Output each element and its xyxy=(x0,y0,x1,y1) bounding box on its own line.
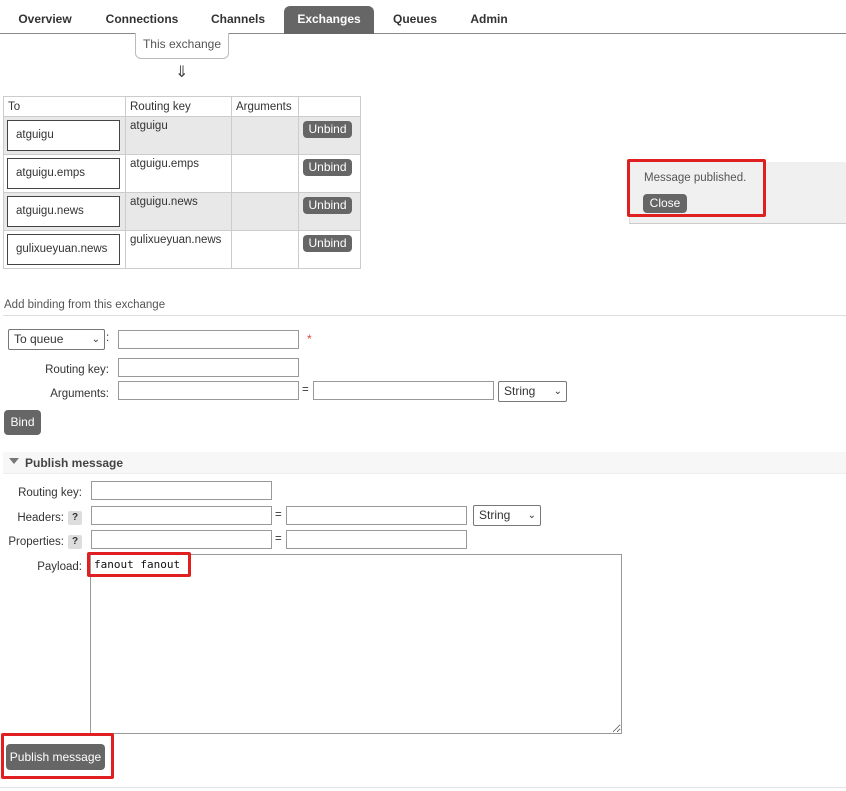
equals-sign: = xyxy=(275,533,282,545)
bindings-table: To Routing key Arguments atguigu atguigu… xyxy=(3,96,361,269)
binding-routing-key-input[interactable] xyxy=(118,358,299,377)
tab-exchanges[interactable]: Exchanges xyxy=(284,6,374,34)
highlight-box-publish xyxy=(1,733,114,779)
header-value-input[interactable] xyxy=(286,506,467,525)
payload-label: Payload: xyxy=(37,561,82,573)
headers-label: Headers: xyxy=(17,512,64,524)
col-to: To xyxy=(3,96,126,117)
publish-routing-key-input[interactable] xyxy=(91,481,272,500)
chevron-down-icon: ⌄ xyxy=(553,386,562,397)
table-header-row: To Routing key Arguments xyxy=(3,96,361,117)
bottom-divider xyxy=(0,787,846,788)
section-divider xyxy=(3,315,846,316)
equals-sign: = xyxy=(275,509,282,521)
unbind-button[interactable]: Unbind xyxy=(303,197,352,214)
tab-admin[interactable]: Admin xyxy=(460,6,518,34)
publish-message-header[interactable]: Publish message xyxy=(3,452,846,474)
argument-key-input[interactable] xyxy=(118,381,299,400)
this-exchange-box: This exchange xyxy=(135,33,229,59)
chevron-down-icon: ⌄ xyxy=(91,334,100,345)
unbind-button[interactable]: Unbind xyxy=(303,159,352,176)
queue-link[interactable]: atguigu xyxy=(7,120,120,151)
add-binding-title: Add binding from this exchange xyxy=(4,299,166,311)
bind-button[interactable]: Bind xyxy=(4,410,41,435)
tab-queues[interactable]: Queues xyxy=(384,6,446,34)
queue-link[interactable]: atguigu.news xyxy=(7,196,120,227)
tab-channels[interactable]: Channels xyxy=(200,6,276,34)
header-type-value: String xyxy=(479,508,511,522)
arguments-cell xyxy=(231,192,299,231)
unbind-button[interactable]: Unbind xyxy=(303,121,352,138)
argument-type-select[interactable]: String ⌄ xyxy=(498,381,567,402)
arguments-cell xyxy=(231,116,299,155)
queue-link[interactable]: atguigu.emps xyxy=(7,158,120,189)
unbind-button[interactable]: Unbind xyxy=(303,235,352,252)
routing-key-label: Routing key: xyxy=(45,364,109,376)
col-action xyxy=(298,96,361,117)
arguments-label: Arguments: xyxy=(50,388,109,400)
routing-key-cell: gulixueyuan.news xyxy=(125,230,232,269)
publish-message-title: Publish message xyxy=(25,456,124,470)
colon-label: : xyxy=(106,332,110,344)
payload-textarea[interactable] xyxy=(90,554,622,734)
destination-input[interactable] xyxy=(118,330,299,349)
table-row: atguigu atguigu Unbind xyxy=(3,116,361,155)
routing-key-cell: atguigu.news xyxy=(125,192,232,231)
header-key-input[interactable] xyxy=(91,506,272,525)
down-arrow-icon: ⇓ xyxy=(175,64,189,81)
required-mark: * xyxy=(307,332,312,346)
equals-sign: = xyxy=(302,384,309,396)
property-key-input[interactable] xyxy=(91,530,272,549)
arguments-cell xyxy=(231,230,299,269)
table-row: gulixueyuan.news gulixueyuan.news Unbind xyxy=(3,230,361,269)
properties-label: Properties: xyxy=(8,536,64,548)
triangle-down-icon xyxy=(9,458,19,464)
table-row: atguigu.news atguigu.news Unbind xyxy=(3,192,361,231)
arguments-cell xyxy=(231,154,299,193)
highlight-box-popup xyxy=(627,159,766,217)
highlight-box-payload xyxy=(87,552,191,577)
tab-overview[interactable]: Overview xyxy=(6,6,84,34)
help-icon[interactable]: ? xyxy=(68,511,82,525)
top-nav: Overview Connections Channels Exchanges … xyxy=(0,0,846,34)
routing-key-cell: atguigu.emps xyxy=(125,154,232,193)
routing-key-cell: atguigu xyxy=(125,116,232,155)
destination-type-select[interactable]: To queue ⌄ xyxy=(8,329,105,350)
help-icon[interactable]: ? xyxy=(68,535,82,549)
col-arguments: Arguments xyxy=(231,96,299,117)
table-row: atguigu.emps atguigu.emps Unbind xyxy=(3,154,361,193)
publish-routing-key-label: Routing key: xyxy=(18,487,82,499)
col-routing-key: Routing key xyxy=(125,96,232,117)
destination-type-value: To queue xyxy=(14,332,64,346)
queue-link[interactable]: gulixueyuan.news xyxy=(7,234,120,265)
argument-value-input[interactable] xyxy=(313,381,494,400)
argument-type-value: String xyxy=(504,384,536,398)
header-type-select[interactable]: String ⌄ xyxy=(473,505,541,526)
property-value-input[interactable] xyxy=(286,530,467,549)
tab-connections[interactable]: Connections xyxy=(96,6,188,34)
chevron-down-icon: ⌄ xyxy=(527,510,536,521)
